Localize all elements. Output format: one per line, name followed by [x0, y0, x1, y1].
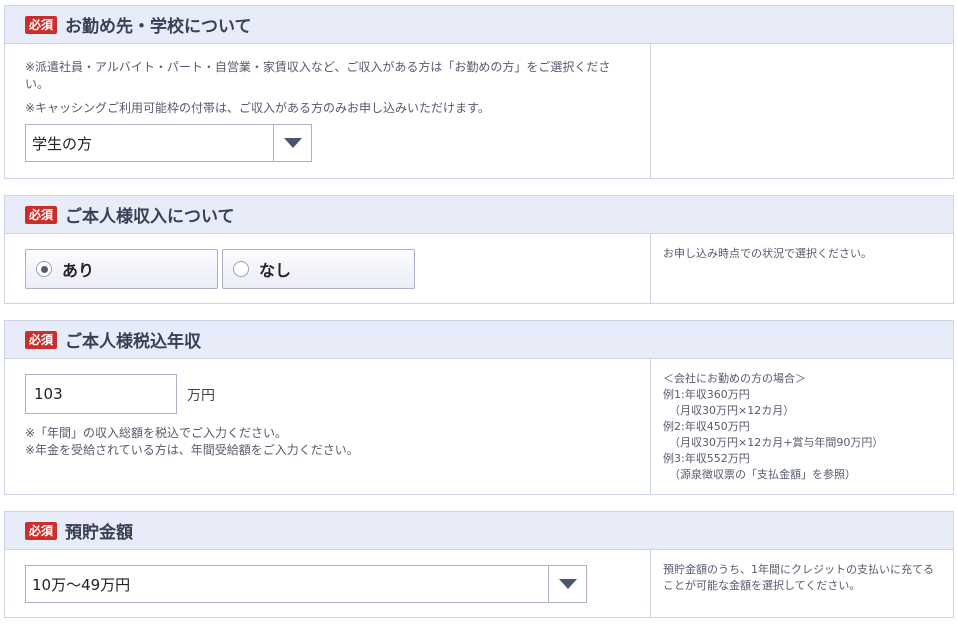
savings-section: 必須 預貯金額 10万〜49万円 預貯金額のうち、1年間にクレジットの支払いに充…	[4, 511, 954, 618]
required-badge: 必須	[25, 330, 58, 349]
workplace-note-1: ※派遣社員・アルバイト・パート・自営業・家賃収入など、ご収入がある方は「お勤めの…	[25, 60, 611, 91]
workplace-note-2: ※キャッシングご利用可能枠の付帯は、ご収入がある方のみお申し込みいただけます。	[25, 101, 490, 115]
annual-income-note-2: ※年金を受給されている方は、年間受給額をご入力ください。	[25, 443, 359, 457]
section-header: 必須 ご本人様税込年収	[5, 321, 953, 359]
section-title: ご本人様収入について	[65, 207, 235, 227]
income-hint: お申し込み時点での状況で選択ください。	[663, 247, 872, 260]
workplace-select-value: 学生の方	[32, 134, 93, 153]
hint-line: （月収30万円×12カ月+賞与年間90万円）	[669, 436, 884, 449]
income-yes-radio[interactable]: あり	[25, 249, 218, 289]
savings-select-value: 10万〜49万円	[32, 575, 131, 594]
section-title: 預貯金額	[65, 523, 134, 543]
radio-selected-icon	[36, 261, 52, 277]
section-title: お勤め先・学校について	[65, 17, 252, 37]
hint-line: 例1:年収360万円	[663, 388, 750, 401]
section-header: 必須 預貯金額	[5, 512, 953, 550]
required-badge: 必須	[25, 205, 58, 224]
annual-income-note-1: ※「年間」の収入総額を税込でご入力ください。	[25, 426, 288, 440]
savings-select[interactable]: 10万〜49万円	[25, 565, 587, 603]
workplace-select[interactable]: 学生の方	[25, 124, 312, 162]
section-header: 必須 ご本人様収入について	[5, 196, 953, 234]
annual-income-section: 必須 ご本人様税込年収 万円 ※「年間」の収入総額を税込でご入力ください。 ※年…	[4, 320, 954, 495]
workplace-section: 必須 お勤め先・学校について ※派遣社員・アルバイト・パート・自営業・家賃収入な…	[4, 5, 954, 179]
required-badge: 必須	[25, 521, 58, 540]
chevron-down-icon[interactable]	[548, 566, 586, 602]
income-no-radio[interactable]: なし	[222, 249, 415, 289]
radio-label: なし	[259, 261, 292, 280]
hint-line: （月収30万円×12カ月）	[669, 404, 795, 417]
income-section: 必須 ご本人様収入について あり なし お申し込み時点での状況で選択ください。	[4, 195, 954, 304]
annual-income-input[interactable]	[25, 374, 177, 414]
hint-line: 例2:年収450万円	[663, 420, 750, 433]
required-badge: 必須	[25, 15, 58, 34]
unit-label: 万円	[187, 388, 215, 404]
section-title: ご本人様税込年収	[65, 332, 202, 352]
chevron-down-icon[interactable]	[273, 125, 311, 161]
hint-line: 例3:年収552万円	[663, 452, 750, 465]
savings-hint: 預貯金額のうち、1年間にクレジットの支払いに充てることが可能な金額を選択してくだ…	[663, 563, 934, 592]
section-header: 必須 お勤め先・学校について	[5, 6, 953, 44]
hint-line: （源泉徴収票の「支払金額」を参照）	[669, 468, 856, 481]
radio-unselected-icon	[233, 261, 249, 277]
radio-label: あり	[62, 261, 95, 280]
hint-line: ＜会社にお勤めの方の場合＞	[663, 372, 806, 385]
